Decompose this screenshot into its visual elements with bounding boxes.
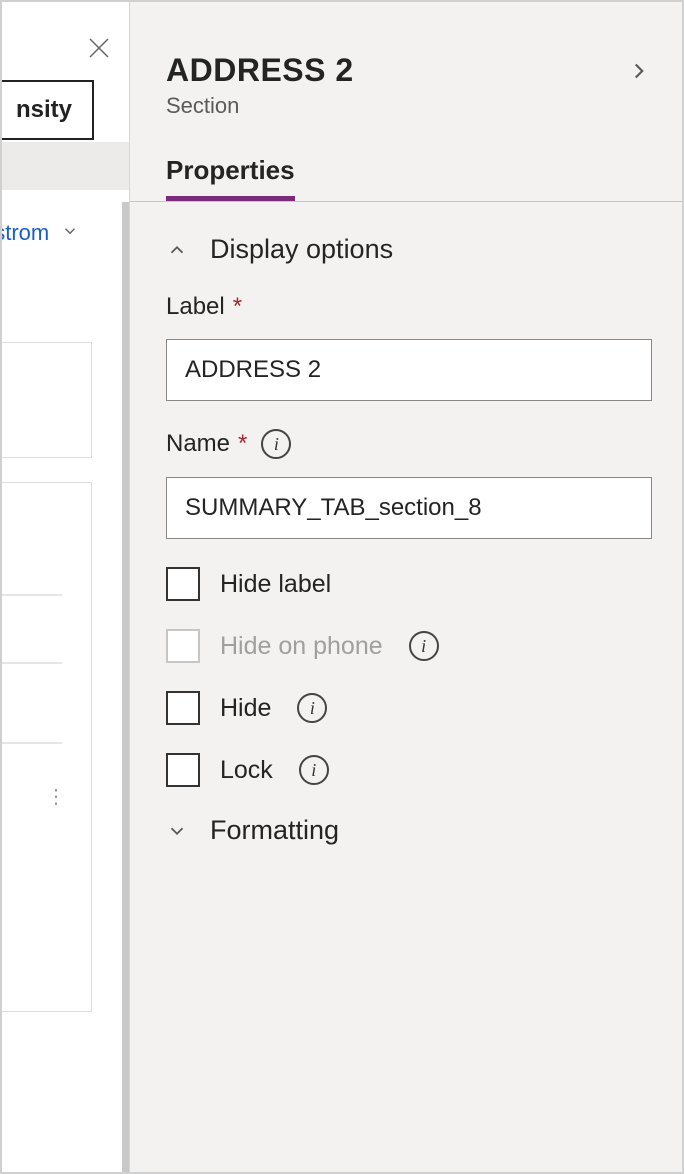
chevron-up-icon <box>166 239 188 261</box>
info-icon[interactable]: i <box>261 429 291 459</box>
expand-panel-icon[interactable] <box>626 52 652 89</box>
section-title: Formatting <box>210 815 339 846</box>
hide-on-phone-checkbox <box>166 629 200 663</box>
left-partial-column: nsity dstrom ⋮ <box>2 2 130 1172</box>
hide-on-phone-row: Hide on phone i <box>166 629 652 663</box>
name-field-label: Name * i <box>166 429 652 459</box>
scrollbar[interactable] <box>122 202 130 1172</box>
chevron-down-icon <box>61 222 79 245</box>
toolbar-strip <box>2 142 129 190</box>
label-input[interactable] <box>166 339 652 401</box>
info-icon[interactable]: i <box>409 631 439 661</box>
properties-panel: ADDRESS 2 Section Properties Display opt… <box>130 2 682 1172</box>
lock-checkbox[interactable] <box>166 753 200 787</box>
record-link-text: dstrom <box>2 220 49 246</box>
field-label-text: Label <box>166 293 225 321</box>
hide-checkbox[interactable] <box>166 691 200 725</box>
chevron-down-icon <box>166 820 188 842</box>
info-icon[interactable]: i <box>297 693 327 723</box>
record-link-row[interactable]: dstrom <box>2 220 79 246</box>
display-options-toggle[interactable]: Display options <box>166 234 652 265</box>
lock-row: Lock i <box>166 753 652 787</box>
form-placeholder <box>2 482 92 1012</box>
tab-bar: Properties <box>130 155 682 202</box>
panel-header: ADDRESS 2 Section <box>130 2 682 119</box>
more-dots-icon[interactable]: ⋮ <box>46 784 68 809</box>
hide-text: Hide <box>220 694 271 723</box>
tab-properties[interactable]: Properties <box>166 155 295 201</box>
required-asterisk: * <box>238 430 247 458</box>
lock-text: Lock <box>220 756 273 785</box>
close-icon[interactable] <box>87 35 111 67</box>
placeholder-line <box>2 662 62 664</box>
hide-on-phone-text: Hide on phone <box>220 632 383 661</box>
placeholder-line <box>2 742 62 744</box>
name-field: Name * i <box>166 429 652 539</box>
placeholder-line <box>2 594 62 596</box>
form-placeholder <box>2 342 92 458</box>
hide-label-row: Hide label <box>166 567 652 601</box>
required-asterisk: * <box>233 293 242 321</box>
label-field-label: Label * <box>166 293 652 321</box>
hide-label-text: Hide label <box>220 570 331 599</box>
panel-title: ADDRESS 2 <box>166 52 354 89</box>
section-title: Display options <box>210 234 393 265</box>
field-label-text: Name <box>166 430 230 458</box>
hide-row: Hide i <box>166 691 652 725</box>
display-options-section: Display options Label * Name * i Hide la… <box>130 202 682 904</box>
info-icon[interactable]: i <box>299 755 329 785</box>
formatting-toggle[interactable]: Formatting <box>166 815 652 846</box>
name-input[interactable] <box>166 477 652 539</box>
density-button-partial[interactable]: nsity <box>2 80 94 140</box>
panel-subtitle: Section <box>166 93 354 119</box>
label-field: Label * <box>166 293 652 401</box>
hide-label-checkbox[interactable] <box>166 567 200 601</box>
